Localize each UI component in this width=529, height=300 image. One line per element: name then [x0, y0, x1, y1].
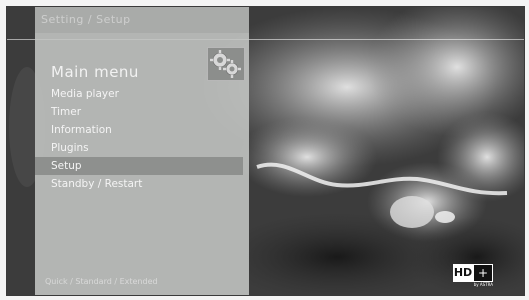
breadcrumb: Setting / Setup — [41, 13, 131, 26]
main-menu-panel: Setting / Setup Main menu Media player T… — [35, 7, 249, 295]
menu-item-standby-restart[interactable]: Standby / Restart — [35, 175, 249, 193]
menu-item-timer[interactable]: Timer — [35, 103, 249, 121]
hd-plus-logo: HD + by ASTRA — [453, 264, 493, 288]
menu-item-information[interactable]: Information — [35, 121, 249, 139]
menu-item-setup[interactable]: Setup — [35, 157, 243, 175]
menu-title: Main menu — [51, 63, 139, 81]
plus-icon: + — [473, 264, 493, 282]
menu-list: Media player Timer Information Plugins S… — [35, 85, 249, 193]
menu-item-media-player[interactable]: Media player — [35, 85, 249, 103]
tv-screen: Setting / Setup Main menu Media player T… — [6, 6, 525, 296]
footer-hint: Quick / Standard / Extended — [45, 277, 158, 286]
gear-icon — [207, 47, 245, 81]
menu-header-bar: Setting / Setup — [35, 7, 249, 33]
hd-logo-text: HD — [453, 264, 473, 282]
menu-item-plugins[interactable]: Plugins — [35, 139, 249, 157]
hd-logo-subtext: by ASTRA — [473, 282, 493, 287]
